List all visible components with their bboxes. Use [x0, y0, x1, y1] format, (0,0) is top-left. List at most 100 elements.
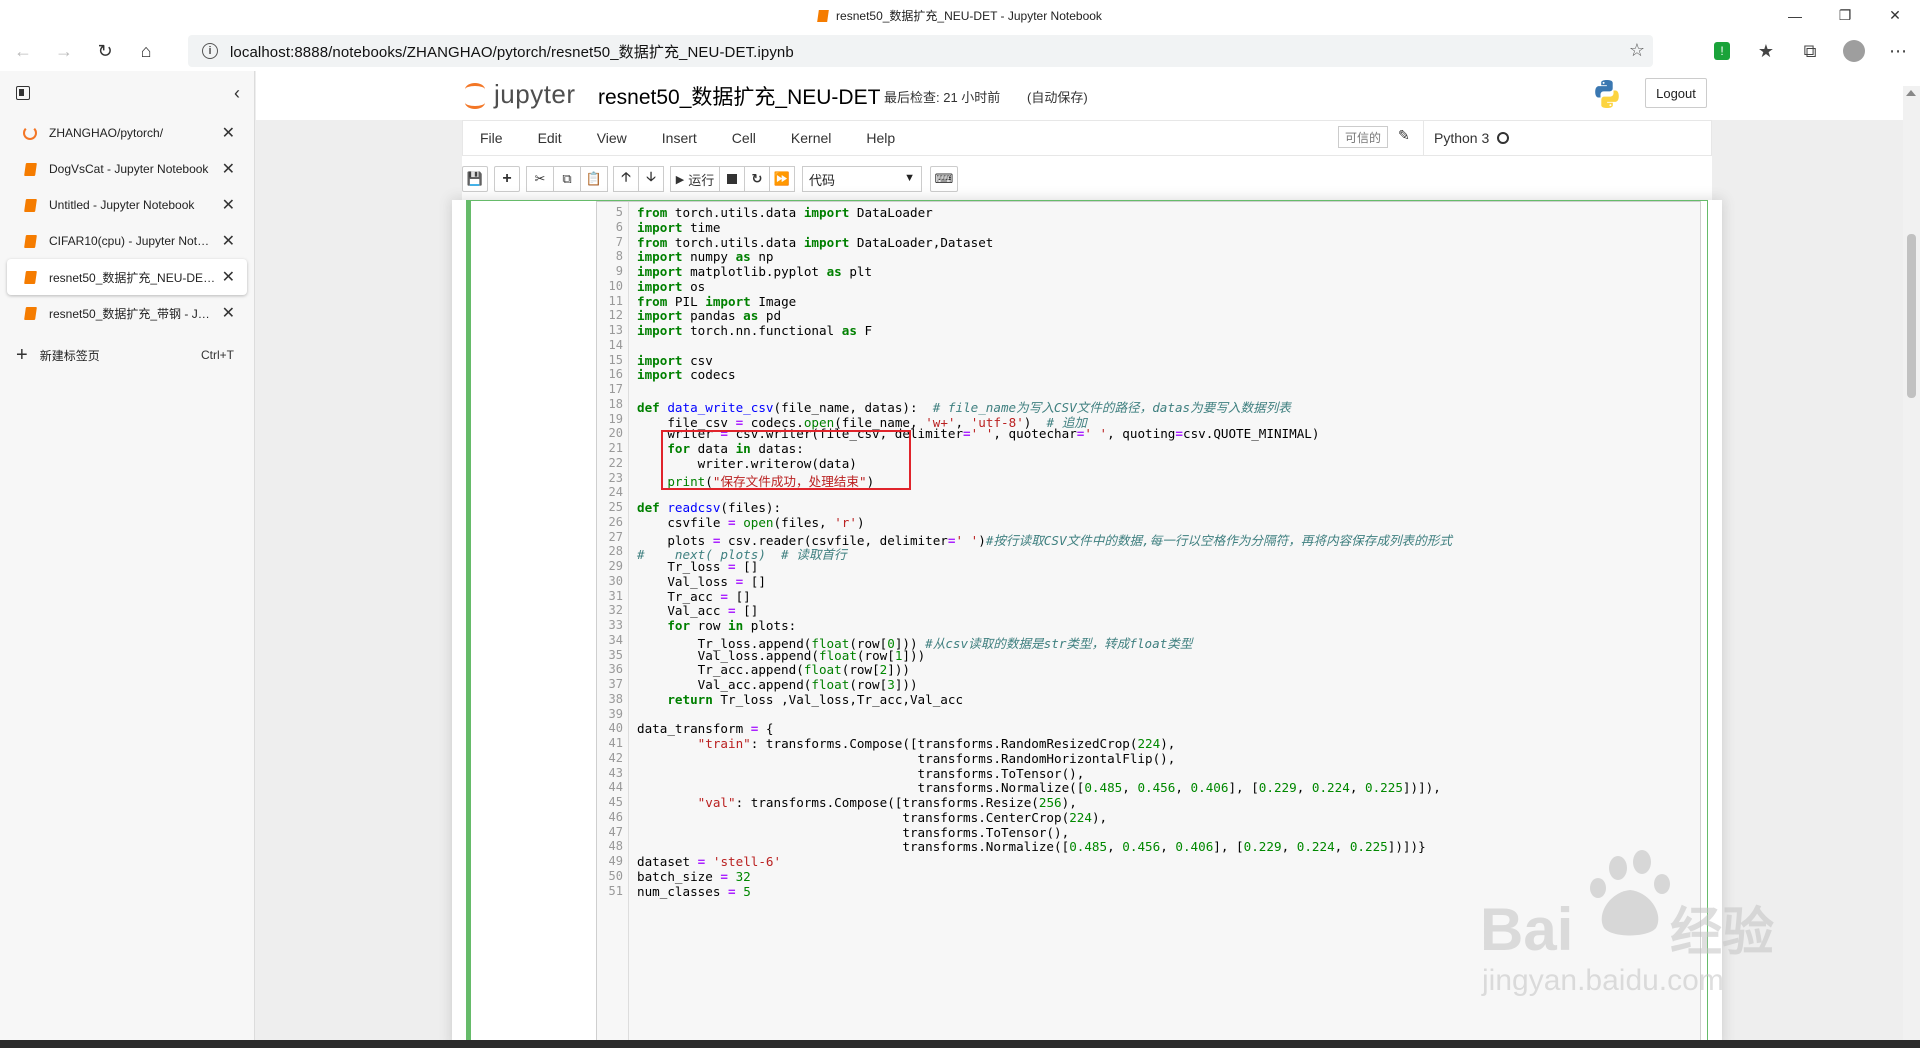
- cell-type-value: 代码: [809, 172, 836, 188]
- line-number: 47: [608, 824, 623, 839]
- menu-help[interactable]: Help: [849, 121, 913, 155]
- logout-button[interactable]: Logout: [1645, 78, 1707, 108]
- collapse-pane-icon[interactable]: ‹: [234, 83, 240, 104]
- command-palette-button[interactable]: ⌨: [930, 166, 958, 192]
- scrollbar-thumb[interactable]: [1907, 234, 1916, 398]
- line-number: 23: [608, 470, 623, 485]
- page-scrollbar[interactable]: [1903, 86, 1920, 1048]
- tab-label: resnet50_数据扩充_带钢 - Jupyter Notebook: [49, 306, 216, 321]
- cell-type-select[interactable]: 代码 ▼: [802, 166, 922, 192]
- line-number: 10: [608, 278, 623, 293]
- move-down-button[interactable]: 🡣: [638, 166, 664, 192]
- line-number: 32: [608, 603, 623, 618]
- code-line: transforms.RandomHorizontalFlip(),: [637, 750, 1176, 766]
- back-arrow-icon[interactable]: ←: [5, 35, 41, 67]
- jupyter-logo[interactable]: jupyter: [464, 79, 576, 110]
- sidebar-tab-resnet50-steel[interactable]: resnet50_数据扩充_带钢 - Jupyter Notebook ✕: [7, 295, 247, 331]
- url-text[interactable]: localhost:8888/notebooks/ZHANGHAO/pytorc…: [230, 41, 794, 62]
- new-tab-label: 新建标签页: [39, 348, 100, 363]
- jupyter-header: jupyter resnet50_数据扩充_NEU-DET 最后检查: 21 小…: [256, 71, 1920, 120]
- sidebar-tab-zhanghao[interactable]: ZHANGHAO/pytorch/ ✕: [7, 115, 247, 151]
- menu-file[interactable]: File: [463, 121, 521, 155]
- line-number: 37: [608, 677, 623, 691]
- line-number: 5: [615, 205, 623, 219]
- notebook-name[interactable]: resnet50_数据扩充_NEU-DET: [598, 81, 880, 111]
- menu-cell[interactable]: Cell: [715, 121, 774, 155]
- menu-kernel[interactable]: Kernel: [774, 121, 849, 155]
- notebook-icon: [23, 234, 37, 248]
- collections-icon[interactable]: ⧉: [1788, 31, 1832, 71]
- code-line: transforms.Normalize([0.485, 0.456, 0.40…: [637, 839, 1426, 855]
- close-icon[interactable]: ✕: [1870, 0, 1920, 31]
- notebook-icon: [23, 162, 37, 176]
- favorite-add-icon[interactable]: ☆: [1629, 40, 1645, 61]
- sidebar-tab-untitled[interactable]: Untitled - Jupyter Notebook ✕: [7, 187, 247, 223]
- insert-cell-button[interactable]: +: [494, 166, 520, 192]
- line-number: 25: [608, 500, 623, 514]
- refresh-icon[interactable]: ↻: [87, 35, 123, 67]
- scroll-up-icon[interactable]: [1906, 90, 1916, 96]
- menu-view[interactable]: View: [580, 121, 645, 155]
- arrow-up-icon: 🡡: [621, 169, 631, 184]
- window-title-text: resnet50_数据扩充_NEU-DET - Jupyter Notebook: [836, 9, 1102, 23]
- close-tab-icon[interactable]: ✕: [222, 267, 235, 287]
- menu-edit[interactable]: Edit: [521, 121, 580, 155]
- forward-arrow-icon[interactable]: →: [46, 35, 82, 67]
- sidebar-tab-cifar10[interactable]: CIFAR10(cpu) - Jupyter Notebook ✕: [7, 223, 247, 259]
- chevron-down-icon: ▼: [904, 172, 915, 184]
- close-tab-icon[interactable]: ✕: [222, 159, 235, 179]
- notebook-icon: [817, 9, 829, 22]
- code-line: import torch.nn.functional as F: [637, 323, 873, 338]
- minimize-icon[interactable]: —: [1770, 0, 1820, 31]
- copy-button[interactable]: ⧉: [553, 166, 581, 192]
- menu-insert[interactable]: Insert: [645, 121, 715, 155]
- code-line: transforms.ToTensor(),: [637, 765, 1085, 781]
- address-bar[interactable]: i localhost:8888/notebooks/ZHANGHAO/pyto…: [188, 35, 1653, 67]
- trusted-badge[interactable]: 可信的: [1338, 126, 1389, 148]
- code-line: Val_loss.append(float(row[1])): [637, 647, 926, 663]
- close-tab-icon[interactable]: ✕: [222, 303, 235, 323]
- new-tab-button[interactable]: + 新建标签页 Ctrl+T: [0, 337, 254, 373]
- code-line: num_classes = 5: [637, 883, 751, 899]
- sidebar-tab-dogvscat[interactable]: DogVsCat - Jupyter Notebook ✕: [7, 151, 247, 187]
- sidebar-tab-resnet50-neu-det[interactable]: resnet50_数据扩充_NEU-DET - Jupyter Notebook…: [7, 259, 247, 295]
- info-icon[interactable]: i: [202, 43, 218, 59]
- line-number: 17: [608, 382, 623, 396]
- scissors-icon: ✂: [534, 171, 546, 186]
- cut-button[interactable]: ✂: [526, 166, 554, 192]
- line-number: 20: [608, 426, 623, 441]
- restart-run-all-button[interactable]: ⏩: [769, 166, 795, 192]
- close-tab-icon[interactable]: ✕: [222, 123, 235, 143]
- kernel-name: Python 3: [1434, 130, 1490, 146]
- save-button[interactable]: 💾: [462, 166, 488, 192]
- profile-avatar[interactable]: [1843, 40, 1865, 62]
- interrupt-button[interactable]: [719, 166, 745, 192]
- close-tab-icon[interactable]: ✕: [222, 231, 235, 251]
- favorites-icon[interactable]: ★: [1744, 31, 1788, 71]
- baidu-jingyan-watermark: Bai 经验 jingyan.baidu.com: [1480, 850, 1774, 997]
- line-number: 19: [608, 411, 623, 426]
- line-number: 39: [608, 706, 623, 721]
- extension-icon[interactable]: !: [1714, 42, 1730, 60]
- edit-mode-pencil-icon: ✎: [1398, 127, 1410, 143]
- plus-icon: +: [502, 170, 512, 187]
- run-button[interactable]: ▶ 运行: [670, 166, 720, 192]
- play-icon: ▶: [675, 173, 685, 186]
- move-up-button[interactable]: 🡡: [613, 166, 639, 192]
- close-tab-icon[interactable]: ✕: [222, 195, 235, 215]
- window-title-bar: resnet50_数据扩充_NEU-DET - Jupyter Notebook…: [0, 0, 1920, 31]
- more-icon[interactable]: ⋯: [1876, 31, 1920, 71]
- paste-button[interactable]: 📋: [580, 166, 608, 192]
- home-icon[interactable]: ⌂: [128, 35, 164, 67]
- tab-label: resnet50_数据扩充_NEU-DET - Jupyter Notebook: [49, 270, 216, 285]
- restore-icon[interactable]: ❐: [1820, 0, 1870, 31]
- tab-actions-icon[interactable]: [16, 86, 30, 100]
- code-line: transforms.Normalize([0.485, 0.456, 0.40…: [637, 780, 1441, 796]
- code-line: import pandas as pd: [637, 308, 782, 324]
- code-line: Val_loss = []: [637, 573, 766, 589]
- line-number: 46: [608, 809, 623, 824]
- kernel-idle-icon: [1497, 132, 1510, 144]
- restart-button[interactable]: ↻: [744, 166, 770, 192]
- watermark-url: jingyan.baidu.com: [1481, 964, 1724, 997]
- notebook-icon: [23, 198, 37, 212]
